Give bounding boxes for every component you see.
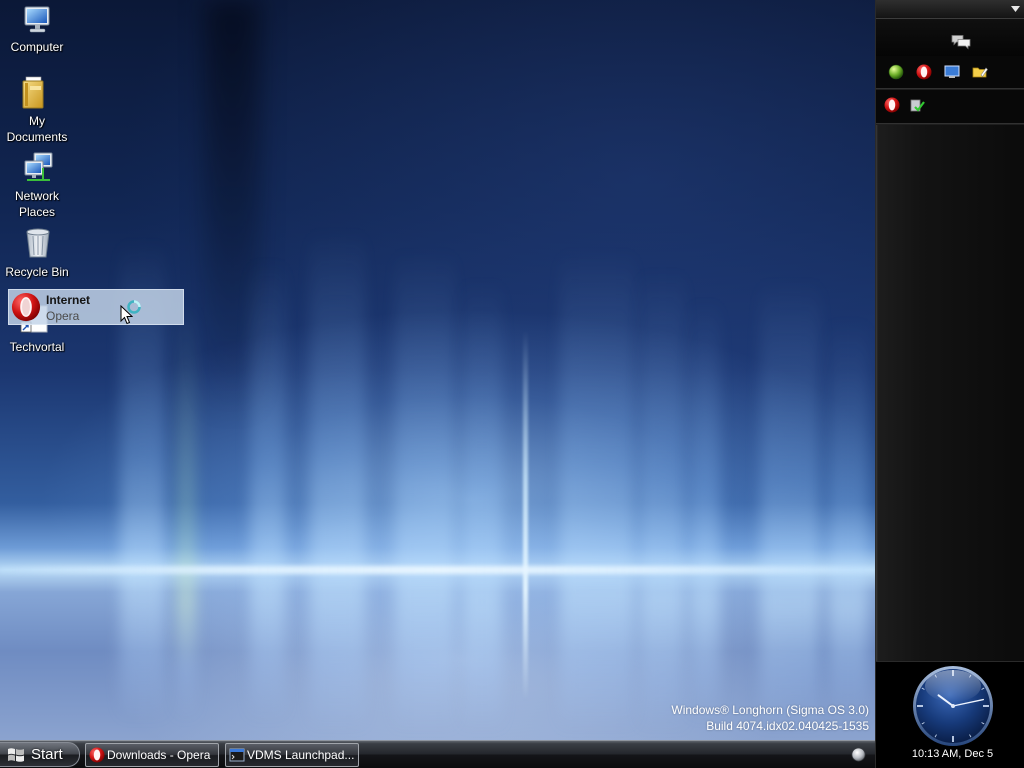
wallpaper-horizon [0,566,875,574]
desktop-icon-label: My [29,114,45,128]
desktop-icon-label: Documents [6,130,68,144]
wallpaper-light-ray [560,250,635,730]
start-label: Start [31,746,63,763]
security-check-icon[interactable] [909,97,925,113]
build-watermark-line1: Windows® Longhorn (Sigma OS 3.0) [671,703,869,717]
wallpaper-light-ray [640,270,685,730]
drag-preview-title: Internet [46,293,91,307]
my-documents-icon[interactable] [21,76,47,110]
desktop-icon-label: Network [14,189,59,203]
show-desktop-icon[interactable] [944,64,960,80]
wallpaper-light-ray [523,330,528,700]
desktop-icon-computer[interactable]: Computer [0,4,74,58]
opera-icon [89,747,105,763]
opera-icon[interactable] [916,64,932,80]
computer-icon[interactable] [22,4,54,36]
orb-icon[interactable] [851,747,866,762]
taskbar-button-vdms-launchpad[interactable]: VDMS Launchpad... [225,743,359,767]
clock-pivot [951,704,955,708]
clock-caption: 10:13 AM, Dec 5 [911,748,994,760]
start-button[interactable]: Start [0,742,80,767]
green-globe-icon[interactable] [888,64,904,80]
taskbar-button-downloads-opera[interactable]: Downloads - Opera [85,743,219,767]
sidebar-tile-chat [876,19,1024,56]
opera-icon[interactable] [884,97,900,113]
taskbar-button-label: Downloads - Opera [107,748,211,762]
screen: Computer My Documents Network Places Rec… [0,0,1024,768]
desktop-icon-label: Places [18,205,56,219]
folder-edit-icon[interactable] [972,64,988,80]
desktop-icon-label: Computer [10,40,64,54]
desktop-icon-recycle-bin[interactable]: Recycle Bin [0,225,74,281]
network-places-icon[interactable] [23,151,55,183]
wallpaper-light-ray [462,280,502,730]
wallpaper-light-ray [395,250,455,730]
taskbar-button-label: VDMS Launchpad... [247,748,355,762]
desktop-icon-label: Recycle Bin [5,265,69,279]
chevron-down-icon[interactable] [1011,6,1020,12]
sidebar-header [876,0,1024,19]
chat-bubbles-icon[interactable] [951,34,971,50]
sidebar-tray [876,90,1024,123]
desktop-icon-label: Techvortal [9,340,65,354]
desktop-icon-my-documents[interactable]: My Documents [0,76,74,146]
drag-preview-subtitle: Opera [46,309,80,323]
windows-flag-icon [8,748,24,762]
build-watermark-line2: Build 4074.idx02.040425-1535 [706,719,869,733]
analog-clock [913,666,993,746]
opera-icon [11,292,41,322]
desktop[interactable]: Computer My Documents Network Places Rec… [0,0,875,740]
wallpaper-light-ray [176,300,196,720]
drag-preview-internet-opera[interactable]: Internet Opera [8,289,184,325]
clock-gloss [925,670,981,702]
wallpaper-light-ray [760,280,820,730]
desktop-icon-network-places[interactable]: Network Places [0,151,74,221]
sidebar-quick-launch [876,56,1024,88]
sidebar: 10:13 AM, Dec 5 [875,0,1024,768]
recycle-bin-icon[interactable] [24,225,52,259]
sidebar-panel [876,125,1024,662]
wallpaper-light-ray [310,230,365,730]
wallpaper-light-ray [250,260,285,720]
console-window-icon [229,748,245,762]
wallpaper-light-ray [690,300,720,720]
mouse-cursor-icon [120,305,133,325]
wallpaper-light-ray [828,320,868,720]
taskbar: Start Downloads - Opera VDMS Launchpad..… [0,740,875,768]
clock-gadget[interactable]: 10:13 AM, Dec 5 [876,662,1024,768]
